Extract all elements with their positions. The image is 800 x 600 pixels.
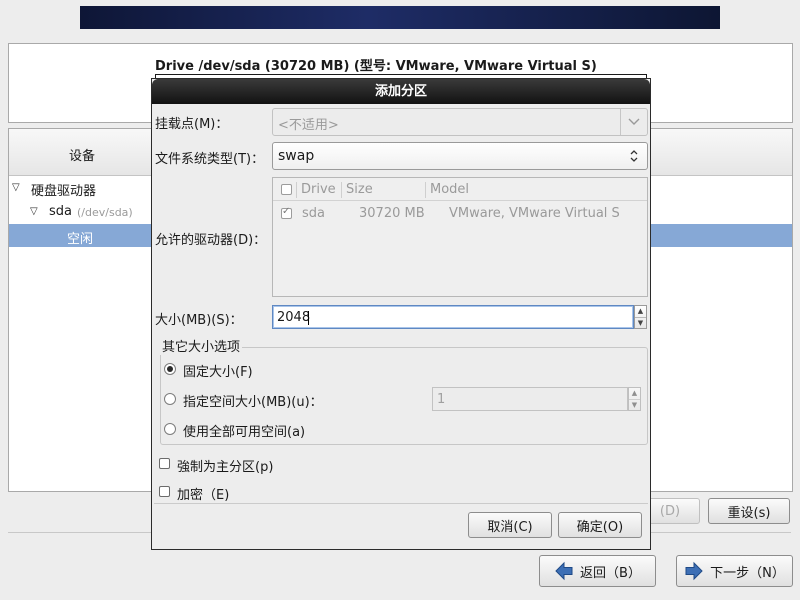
ok-button[interactable]: 确定(O)	[558, 512, 642, 538]
allowed-drives-label: 允许的驱动器(D)：	[155, 233, 267, 248]
chevron-down-icon	[620, 109, 647, 135]
mount-point-label: 挂载点(M)：	[155, 117, 229, 132]
allowed-drives-list: Drive Size Model sda 30720 MB VMware, VM…	[272, 177, 648, 297]
size-stepper[interactable]: ▲ ▼	[634, 305, 647, 329]
add-partition-dialog: 添加分区 挂载点(M)： <不适用> 文件系统类型(T)： swap 允许的驱动…	[151, 78, 651, 550]
next-button[interactable]: 下一步（N）	[676, 555, 793, 587]
force-primary-label[interactable]: 強制为主分区(p)	[177, 456, 273, 475]
back-button[interactable]: 返回（B）	[539, 555, 656, 587]
column-separator	[341, 182, 342, 198]
drive-checkbox[interactable]	[281, 206, 292, 219]
column-model[interactable]: Model	[430, 182, 469, 197]
column-size[interactable]: Size	[346, 182, 373, 197]
other-size-options-title: 其它大小选项	[160, 336, 243, 355]
reset-button-label: 重设(s)	[727, 505, 771, 521]
tree-item-label: 空闲	[67, 232, 94, 247]
mount-point-combo[interactable]: <不适用>	[272, 108, 648, 136]
installer-banner	[80, 6, 720, 29]
column-drive[interactable]: Drive	[301, 182, 336, 197]
fill-up-to-input[interactable]: 1	[432, 387, 628, 411]
delete-button-label: (D)	[659, 503, 681, 519]
column-separator	[425, 182, 426, 198]
size-input[interactable]: 2048	[272, 305, 634, 329]
fs-type-label: 文件系统类型(T)：	[155, 152, 265, 167]
force-primary-checkbox[interactable]	[159, 458, 170, 469]
drive-name: sda	[302, 206, 325, 221]
fill-up-to-value: 1	[437, 392, 446, 407]
fs-type-value: swap	[278, 148, 315, 164]
drive-title: Drive /dev/sda (30720 MB) (型号: VMware, V…	[155, 59, 597, 74]
stepper-down-icon[interactable]: ▼	[635, 316, 646, 329]
column-separator	[296, 182, 297, 198]
fill-all-label[interactable]: 使用全部可用空间(a)	[183, 421, 305, 440]
cancel-button-label: 取消(C)	[487, 519, 533, 535]
next-button-label: 下一步（N）	[710, 565, 785, 581]
fs-type-select[interactable]: swap	[272, 142, 648, 170]
mount-point-value: <不适用>	[278, 118, 339, 133]
updown-arrows-icon	[621, 143, 647, 169]
expanded-triangle-icon[interactable]: ▽	[30, 206, 38, 217]
size-value: 2048	[277, 310, 311, 325]
stepper-up-icon[interactable]: ▲	[635, 306, 646, 317]
reset-button[interactable]: 重设(s)	[708, 498, 790, 524]
fill-all-radio[interactable]	[164, 423, 176, 435]
fill-up-to-label[interactable]: 指定空间大小(MB)(u)：	[183, 391, 323, 410]
device-column-header[interactable]: 设备	[69, 145, 95, 164]
drive-list-header: Drive Size Model	[273, 178, 647, 201]
fixed-size-label[interactable]: 固定大小(F)	[183, 361, 253, 380]
encrypt-checkbox[interactable]	[159, 486, 170, 497]
expanded-triangle-icon[interactable]: ▽	[12, 182, 20, 193]
select-all-checkbox[interactable]	[281, 184, 292, 195]
back-arrow-icon	[555, 561, 573, 581]
dialog-title: 添加分区	[152, 79, 650, 104]
fixed-size-radio[interactable]	[164, 363, 176, 375]
fill-up-to-stepper[interactable]: ▲ ▼	[628, 387, 641, 411]
cancel-button[interactable]: 取消(C)	[468, 512, 552, 538]
encrypt-label[interactable]: 加密（E)	[177, 484, 229, 503]
tree-item-label: 硬盘驱动器	[31, 184, 97, 199]
ok-button-label: 确定(O)	[576, 519, 624, 535]
next-arrow-icon	[685, 561, 703, 581]
stepper-up-icon[interactable]: ▲	[629, 388, 640, 399]
dialog-separator	[154, 503, 648, 504]
drive-model: VMware, VMware Virtual S	[449, 206, 620, 221]
fill-up-to-radio[interactable]	[164, 393, 176, 405]
tree-item-label: sda	[49, 204, 72, 219]
size-label: 大小(MB)(S)：	[155, 313, 243, 328]
stepper-down-icon[interactable]: ▼	[629, 398, 640, 411]
drive-row-sda[interactable]: sda 30720 MB VMware, VMware Virtual S	[273, 202, 647, 224]
tree-item-path: (/dev/sda)	[77, 206, 133, 219]
back-button-label: 返回（B）	[580, 565, 641, 581]
drive-size: 30720 MB	[359, 206, 425, 221]
